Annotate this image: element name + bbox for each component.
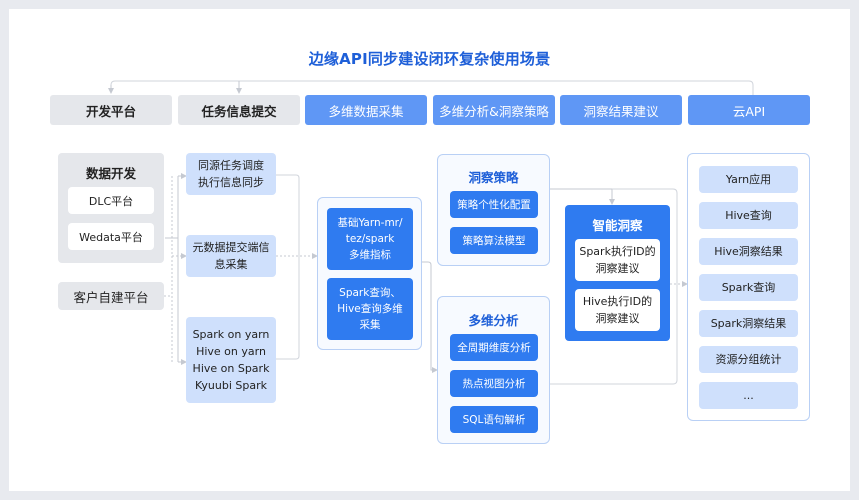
analysis-panel: 多维分析 全周期维度分析 热点视图分析 SQL语句解析 — [437, 296, 550, 444]
full-cycle-analysis: 全周期维度分析 — [450, 334, 538, 361]
spark-insight-line: Spark执行ID的 — [579, 245, 656, 258]
header-dev-platform: 开发平台 — [50, 95, 172, 125]
yarn-metrics-line: 多维指标 — [349, 249, 391, 261]
smart-insight-panel: 智能洞察 Spark执行ID的 洞察建议 Hive执行ID的 洞察建议 — [565, 205, 670, 341]
dlc-platform: DLC平台 — [68, 187, 154, 214]
task-sync-line-2: 执行信息同步 — [198, 176, 264, 189]
hive-insight-line: Hive执行ID的 — [582, 295, 653, 308]
hive-insight-box: Hive执行ID的 洞察建议 — [575, 289, 660, 331]
query-collect-line: 采集 — [359, 319, 381, 331]
customer-dashed-line — [164, 176, 173, 362]
collection-to-analysis — [422, 261, 438, 373]
feedback-loop-line — [110, 80, 754, 95]
data-dev-title: 数据开发 — [85, 166, 136, 181]
sql-parse: SQL语句解析 — [450, 406, 538, 433]
engine-type: Hive on yarn — [196, 345, 266, 358]
task-sync-box: 同源任务调度 执行信息同步 — [186, 153, 276, 195]
header-task-submit: 任务信息提交 — [178, 95, 300, 125]
yarn-metrics-line: tez/spark — [345, 233, 395, 245]
strategy-config: 策略个性化配置 — [450, 191, 538, 218]
task-sync-line-1: 同源任务调度 — [198, 159, 264, 172]
query-collect-box: Spark查询、 Hive查询多维 采集 — [327, 278, 413, 340]
smart-insight-title: 智能洞察 — [592, 218, 643, 233]
header-analysis-strategy: 多维分析&洞察策略 — [433, 95, 555, 125]
strategy-panel: 洞察策略 策略个性化配置 策略算法模型 — [437, 154, 550, 266]
engine-type: Spark on yarn — [192, 328, 270, 341]
hotspot-view-analysis: 热点视图分析 — [450, 370, 538, 397]
query-collect-line: Spark查询、 — [339, 287, 401, 299]
diagram-title: 边缘API同步建设闭环复杂使用场景 — [308, 50, 551, 68]
collection-panel: 基础Yarn-mr/ tez/spark 多维指标 Spark查询、 Hive查… — [317, 197, 422, 350]
api-more: ... — [699, 382, 798, 409]
api-hive-insight: Hive洞察结果 — [699, 238, 798, 265]
header-insight-result: 洞察结果建议 — [560, 95, 682, 125]
spark-insight-line: 洞察建议 — [595, 262, 640, 275]
cloud-api-panel: Yarn应用 Hive查询 Hive洞察结果 Spark查询 Spark洞察结果… — [687, 153, 810, 421]
task-bracket-line — [276, 174, 300, 360]
strategy-model: 策略算法模型 — [450, 227, 538, 254]
api-hive-query: Hive查询 — [699, 202, 798, 229]
header-cloud-api: 云API — [688, 95, 810, 125]
engine-types-box: Spark on yarn Hive on yarn Hive on Spark… — [186, 317, 276, 403]
api-spark-query: Spark查询 — [699, 274, 798, 301]
metadata-line-2: 息采集 — [214, 258, 248, 271]
metadata-collect-box: 元数据提交端信 息采集 — [186, 235, 276, 277]
api-resource-group-stats: 资源分组统计 — [699, 346, 798, 373]
strategy-title: 洞察策略 — [468, 170, 519, 185]
analysis-title: 多维分析 — [468, 313, 519, 328]
strategy-to-insight — [550, 188, 615, 205]
api-spark-insight: Spark洞察结果 — [699, 310, 798, 337]
query-collect-line: Hive查询多维 — [337, 303, 403, 315]
engine-type: Kyuubi Spark — [195, 379, 267, 392]
spark-insight-box: Spark执行ID的 洞察建议 — [575, 239, 660, 281]
yarn-metrics-line: 基础Yarn-mr/ — [337, 217, 403, 229]
hive-insight-line: 洞察建议 — [595, 312, 640, 325]
engine-type: Hive on Spark — [192, 362, 270, 375]
metadata-line-1: 元数据提交端信 — [192, 241, 270, 254]
yarn-metrics-box: 基础Yarn-mr/ tez/spark 多维指标 — [327, 208, 413, 270]
customer-platform: 客户自建平台 — [58, 282, 164, 310]
header-data-collection: 多维数据采集 — [305, 95, 427, 125]
api-yarn-app: Yarn应用 — [699, 166, 798, 193]
data-dev-group: 数据开发 DLC平台 Wedata平台 — [58, 153, 164, 263]
wedata-platform: Wedata平台 — [68, 223, 154, 250]
